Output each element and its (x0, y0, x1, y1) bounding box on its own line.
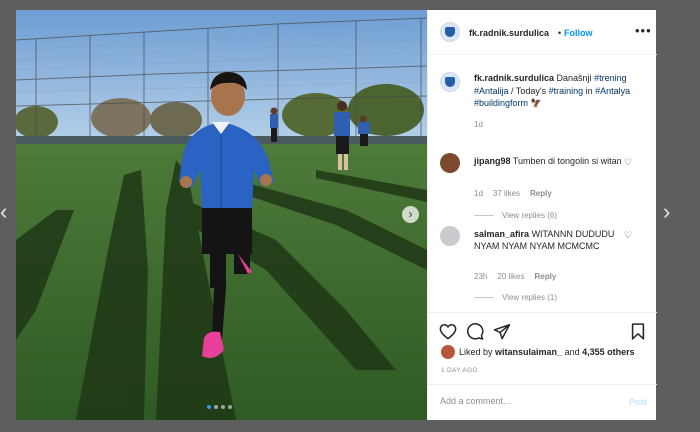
post-comment-button[interactable]: Post (629, 397, 647, 407)
view-replies-label: View replies (1) (502, 293, 557, 302)
club-crest-icon (445, 27, 455, 37)
carousel-dot (228, 405, 232, 409)
comment-meta: 1d 37 likes Reply (474, 189, 562, 198)
training-photo-image (16, 10, 427, 420)
like-heart-icon[interactable] (439, 323, 457, 345)
comment-icon[interactable] (466, 323, 484, 345)
caption-timestamp[interactable]: 1d (474, 120, 483, 129)
account-avatar[interactable] (440, 22, 460, 42)
commenter-avatar[interactable] (440, 226, 460, 246)
post-side-panel: fk.radnik.surdulica • Follow ••• fk.radn… (427, 10, 657, 420)
carousel-dot (207, 405, 211, 409)
post-caption: fk.radnik.surdulica Današnji #trening #A… (474, 72, 644, 110)
caption-avatar[interactable] (440, 72, 460, 92)
caption-text: / Today's (508, 85, 549, 96)
post-header: fk.radnik.surdulica • Follow ••• (428, 10, 657, 55)
caption-username[interactable]: fk.radnik.surdulica (474, 73, 554, 83)
divider-line (474, 215, 494, 217)
action-bar (428, 312, 657, 345)
liker-username[interactable]: witansulaiman_ (495, 347, 562, 357)
header-separator: • (558, 28, 562, 38)
hashtag-link[interactable]: #Antalya (595, 86, 630, 96)
more-options-icon[interactable]: ••• (635, 23, 652, 38)
caption-text: Današnji (554, 73, 595, 83)
add-comment-bar: Post (428, 384, 657, 421)
liker-avatar[interactable] (441, 345, 455, 359)
caption-text: in (583, 85, 596, 96)
carousel-dots (207, 405, 232, 409)
view-replies-button[interactable]: View replies (1) (474, 293, 557, 302)
hashtag-link[interactable]: #Antalija (474, 86, 509, 96)
follow-button[interactable]: Follow (564, 28, 593, 38)
reply-button[interactable]: Reply (530, 189, 552, 198)
comment-username[interactable]: salman_afira (474, 229, 529, 239)
comment-body: jipang98 Tumben di tongolin si witan (474, 155, 624, 167)
reply-button[interactable]: Reply (534, 272, 556, 281)
comment-body: salman_afira WITANNN DUDUDU NYAM NYAM NY… (474, 228, 624, 252)
comment-time[interactable]: 23h (474, 272, 487, 281)
likes-count[interactable]: 4,355 others (582, 347, 635, 357)
next-photo-chevron-right-icon[interactable]: › (402, 206, 419, 223)
likes-middle: and (562, 347, 583, 357)
next-post-chevron-right-icon[interactable]: › (663, 201, 670, 223)
comment-input[interactable] (440, 396, 610, 406)
comment-like-heart-icon[interactable]: ♡ (624, 157, 632, 168)
post-photo[interactable]: › (16, 10, 427, 420)
hashtag-link[interactable]: #training (549, 86, 584, 96)
commenter-avatar[interactable] (440, 153, 460, 173)
view-replies-label: View replies (6) (502, 211, 557, 220)
comment-likes[interactable]: 37 likes (493, 189, 520, 198)
comment-likes[interactable]: 20 likes (497, 272, 524, 281)
hashtag-link[interactable]: #buildingform (474, 98, 528, 108)
club-crest-icon (445, 77, 455, 87)
header-username[interactable]: fk.radnik.surdulica (469, 28, 549, 38)
bookmark-icon[interactable] (630, 323, 646, 345)
prev-post-chevron-left-icon[interactable]: ‹ (0, 201, 7, 223)
likes-summary: Liked by witansulaiman_ and 4,355 others (459, 347, 635, 357)
hashtag-link[interactable]: #trening (594, 73, 627, 83)
comment-time[interactable]: 1d (474, 189, 483, 198)
eagle-emoji-icon: 🦅 (530, 98, 542, 108)
view-replies-button[interactable]: View replies (6) (474, 211, 557, 220)
comment-meta: 23h 20 likes Reply (474, 272, 566, 281)
share-icon[interactable] (493, 323, 511, 345)
carousel-dot (221, 405, 225, 409)
comment-username[interactable]: jipang98 (474, 156, 511, 166)
likes-prefix: Liked by (459, 347, 496, 357)
divider-line (474, 297, 494, 299)
comment-like-heart-icon[interactable]: ♡ (624, 230, 632, 241)
post-modal: › fk.radnik.surdulica • Follow ••• fk.ra… (16, 10, 657, 420)
carousel-dot (214, 405, 218, 409)
comment-text: Tumben di tongolin si witan (512, 156, 622, 166)
post-timestamp[interactable]: 1 DAY AGO (441, 367, 478, 374)
